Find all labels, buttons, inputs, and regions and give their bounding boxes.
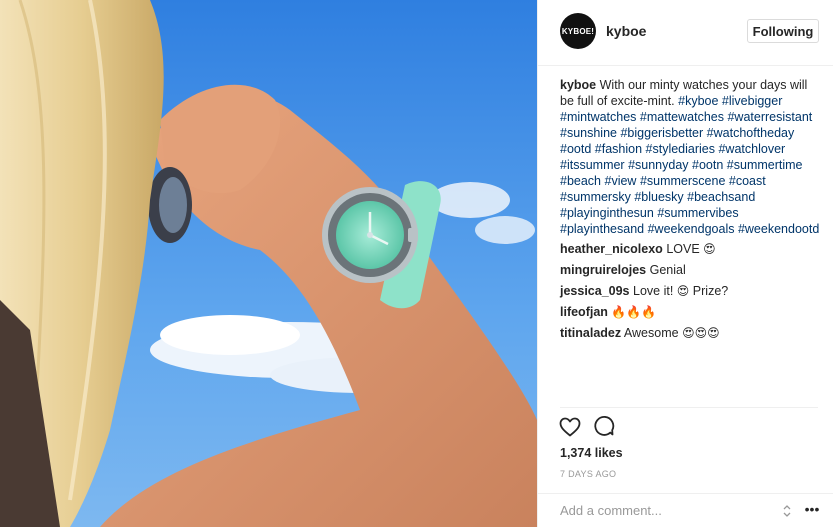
comment-text: Awesome xyxy=(623,326,679,340)
hashtag-link[interactable]: #biggerisbetter xyxy=(620,126,703,140)
caption-author[interactable]: kyboe xyxy=(560,78,596,92)
resize-handle-icon[interactable] xyxy=(782,503,792,519)
following-button[interactable]: Following xyxy=(747,19,819,43)
hashtag-link[interactable]: #summerscene xyxy=(640,174,725,188)
post-sidebar: KYBOE! kyboe Following kyboe With our mi… xyxy=(537,0,833,527)
hashtag-link[interactable]: #view xyxy=(605,174,637,188)
hashtag-link[interactable]: #fashion xyxy=(595,142,642,156)
comment-username[interactable]: jessica_09s xyxy=(560,284,630,298)
hashtag-link[interactable]: #summervibes xyxy=(657,206,738,220)
post-header: KYBOE! kyboe Following xyxy=(538,0,833,66)
comment-text: Love it! xyxy=(633,284,674,298)
comment-emoji: 😍😍😍 xyxy=(682,326,720,340)
caption-hashtags: #kyboe #livebigger #mintwatches #mattewa… xyxy=(560,94,819,236)
hashtag-link[interactable]: #sunnyday xyxy=(628,158,688,172)
comment-row: lifeofjan 🔥🔥🔥 xyxy=(560,304,822,320)
hashtag-link[interactable]: #watchlover xyxy=(718,142,785,156)
comment-username[interactable]: titinaladez xyxy=(560,326,621,340)
comment-username[interactable]: mingruirelojes xyxy=(560,263,646,277)
comment-row: mingruirelojes Genial xyxy=(560,262,822,278)
comment-emoji: 😍 xyxy=(703,242,716,256)
hashtag-link[interactable]: #bluesky xyxy=(634,190,683,204)
comment-emoji: 🔥🔥🔥 xyxy=(611,305,657,319)
comments-list: kyboe With our minty watches your days w… xyxy=(560,77,822,346)
post-photo[interactable] xyxy=(0,0,537,527)
hashtag-link[interactable]: #mintwatches xyxy=(560,110,636,124)
hashtag-link[interactable]: #waterresistant xyxy=(727,110,812,124)
likes-count[interactable]: 1,374 likes xyxy=(560,446,623,460)
hashtag-link[interactable]: #itssummer xyxy=(560,158,625,172)
hashtag-link[interactable]: #livebigger xyxy=(722,94,782,108)
hashtag-link[interactable]: #watchoftheday xyxy=(707,126,795,140)
add-comment-bar: ••• xyxy=(538,493,833,527)
hashtag-link[interactable]: #playinthesand xyxy=(560,222,644,236)
hashtag-link[interactable]: #weekendootd xyxy=(738,222,819,236)
more-options-icon[interactable]: ••• xyxy=(804,502,820,519)
post-timestamp[interactable]: 7 DAYS AGO xyxy=(560,469,616,479)
hashtag-link[interactable]: #beachsand xyxy=(687,190,755,204)
hashtag-link[interactable]: #weekendgoals xyxy=(648,222,735,236)
hashtag-link[interactable]: #playinginthesun xyxy=(560,206,654,220)
comment-row: heather_nicolexo LOVE 😍 xyxy=(560,241,822,257)
caption: kyboe With our minty watches your days w… xyxy=(560,77,822,237)
comment-text: LOVE xyxy=(666,242,700,256)
comment-input[interactable] xyxy=(560,503,760,518)
comment-row: titinaladez Awesome 😍😍😍 xyxy=(560,325,822,341)
comment-username[interactable]: lifeofjan xyxy=(560,305,608,319)
comment-text: Genial xyxy=(649,263,686,277)
hashtag-link[interactable]: #stylediaries xyxy=(646,142,715,156)
comment-row: jessica_09s Love it! 😍 Prize? xyxy=(560,283,822,299)
avatar[interactable]: KYBOE! xyxy=(560,13,596,49)
username-link[interactable]: kyboe xyxy=(606,23,646,39)
comment-icon[interactable] xyxy=(592,415,616,439)
heart-icon[interactable] xyxy=(558,415,582,439)
action-bar xyxy=(558,415,616,441)
comment-username[interactable]: heather_nicolexo xyxy=(560,242,663,256)
hashtag-link[interactable]: #ootd xyxy=(560,142,591,156)
hashtag-link[interactable]: #summertime xyxy=(727,158,803,172)
hashtag-link[interactable]: #mattewatches xyxy=(640,110,724,124)
divider xyxy=(560,407,818,408)
comment-text: Prize? xyxy=(692,284,729,298)
comment-emoji: 😍 xyxy=(676,284,690,298)
hashtag-link[interactable]: #ootn xyxy=(692,158,723,172)
hashtag-link[interactable]: #sunshine xyxy=(560,126,617,140)
hashtag-link[interactable]: #summersky xyxy=(560,190,631,204)
hashtag-link[interactable]: #coast xyxy=(729,174,766,188)
hashtag-link[interactable]: #beach xyxy=(560,174,601,188)
hashtag-link[interactable]: #kyboe xyxy=(678,94,718,108)
